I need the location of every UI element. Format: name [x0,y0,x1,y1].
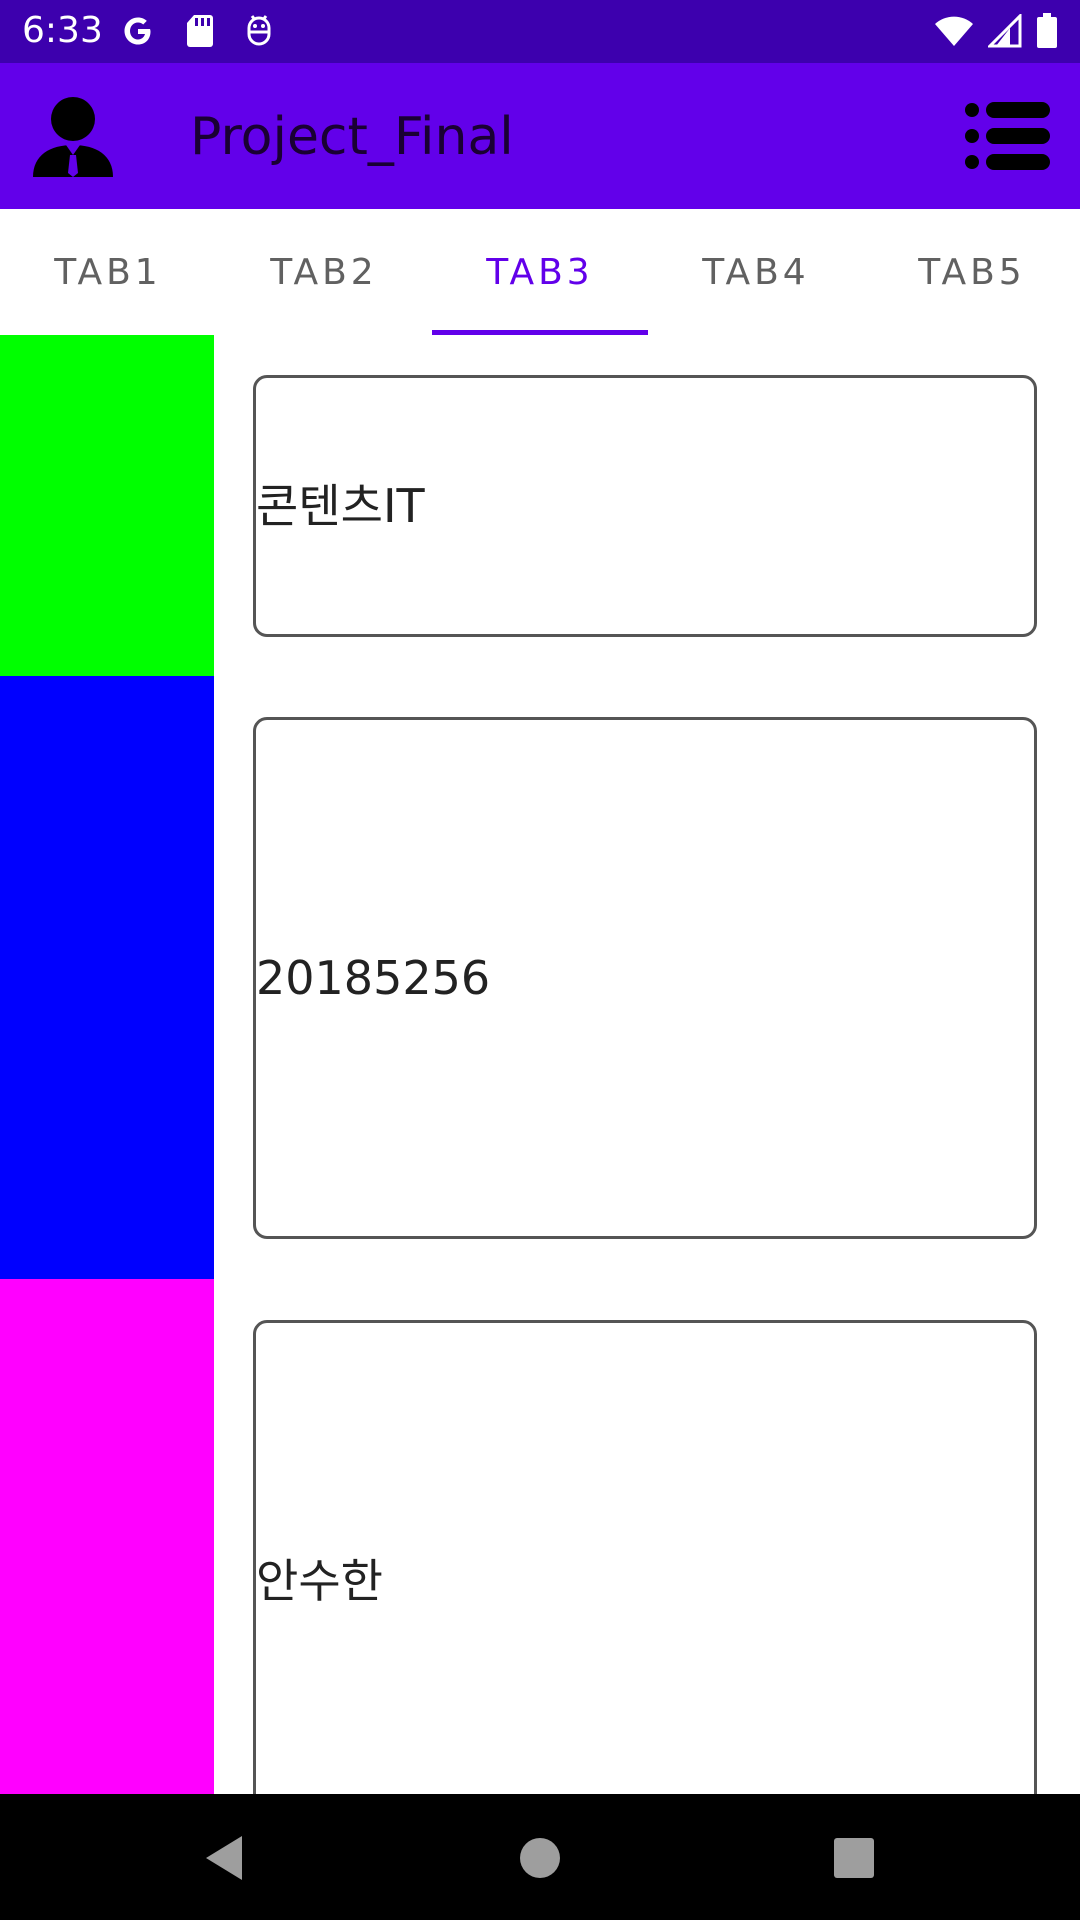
color-block-green [0,335,214,676]
tab-2[interactable]: TAB2 [216,209,432,335]
tab-1[interactable]: TAB1 [0,209,216,335]
card-text: 20185256 [256,951,491,1005]
status-time: 6:33 [22,10,103,51]
status-bar: 6:33 [0,0,1080,63]
wifi-icon [935,16,973,46]
recents-icon[interactable] [828,1832,880,1884]
text-card: 콘텐츠IT [253,375,1037,637]
text-card: 안수한 [253,1320,1037,1794]
battery-icon [1037,13,1057,48]
tab-4[interactable]: TAB4 [648,209,864,335]
tab-5[interactable]: TAB5 [864,209,1080,335]
card-text: 안수한 [256,1554,383,1608]
color-block-magenta [0,1279,214,1794]
app-bar: Project_Final [0,63,1080,209]
sd-card-icon [187,15,213,47]
android-debug-icon [247,15,271,46]
status-icons-right [934,10,1058,52]
card-text: 콘텐츠IT [256,479,425,533]
google-icon [124,17,151,45]
app-title: Project_Final [190,107,514,167]
home-icon[interactable] [514,1832,566,1884]
tab-bar: TAB1 TAB2 TAB3 TAB4 TAB5 [0,209,1080,335]
content-area[interactable]: 콘텐츠IT 20185256 안수한 [0,335,1080,1794]
status-icons-left [120,10,274,52]
back-icon[interactable] [200,1832,252,1884]
navigation-bar [0,1794,1080,1920]
color-block-blue [0,676,214,1279]
text-card: 20185256 [253,717,1037,1239]
list-menu-icon[interactable] [964,101,1050,171]
tab-3[interactable]: TAB3 [432,209,648,335]
person-icon[interactable] [30,93,116,179]
cell-signal-icon [988,14,1022,48]
